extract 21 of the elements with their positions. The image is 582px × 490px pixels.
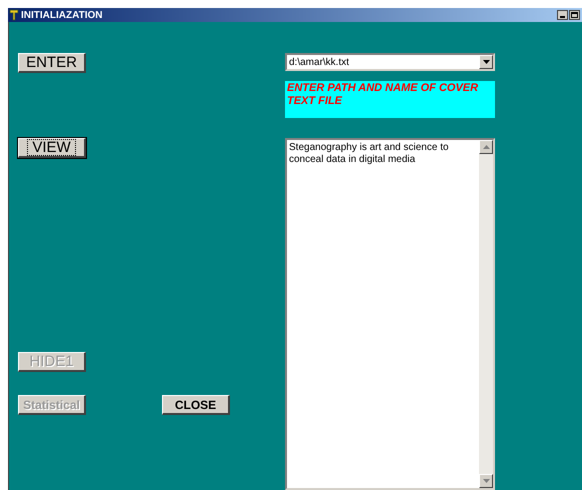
hint-label: ENTER PATH AND NAME OF COVER TEXT FILE: [285, 81, 495, 118]
app-icon: [9, 9, 19, 21]
combo-value: d:\amar\kk.txt: [288, 56, 350, 70]
minimize-icon: [560, 16, 565, 18]
window-title: INITIALIAZATION: [21, 8, 102, 22]
caret-icon: [482, 60, 490, 64]
scroll-up-button[interactable]: [479, 140, 493, 154]
push-button[interactable]: VIEW: [18, 138, 86, 158]
push-button[interactable]: ENTER: [18, 53, 86, 73]
text-area[interactable]: Steganography is art and science to conceal data in digital media: [285, 138, 495, 490]
scroll-down-button[interactable]: [479, 474, 493, 488]
push-button[interactable]: CLOSE: [162, 395, 230, 415]
up-arrow-icon: [482, 145, 490, 149]
text-area-value: Steganography is art and science to conceal data in digital media: [288, 141, 450, 166]
maximize-button[interactable]: [569, 10, 580, 20]
path-combo-box[interactable]: d:\amar\kk.txt: [285, 53, 495, 71]
dropdown-button[interactable]: [479, 55, 493, 69]
maximize-icon: [571, 12, 578, 18]
down-arrow-icon: [482, 479, 490, 483]
minimize-button[interactable]: [557, 10, 568, 20]
vertical-scrollbar[interactable]: [479, 140, 493, 488]
